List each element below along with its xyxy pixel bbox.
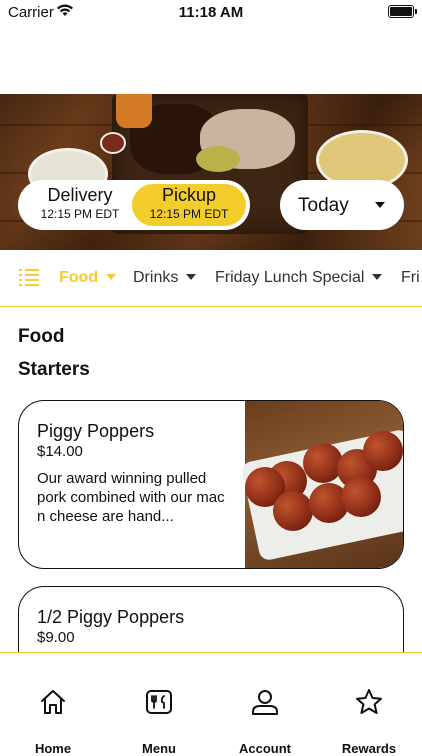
- delivery-option[interactable]: Delivery 12:15 PM EDT: [22, 180, 138, 230]
- tab-label: Rewards: [341, 741, 397, 756]
- category-tab-drinks[interactable]: Drinks: [133, 269, 197, 287]
- tab-label: Menu: [142, 741, 176, 756]
- tab-account[interactable]: Account: [212, 653, 318, 756]
- pickup-option[interactable]: Pickup 12:15 PM EDT: [132, 184, 246, 226]
- category-tab-label: Food: [59, 269, 99, 286]
- bottom-tab-bar: Home Menu Account Rewards: [0, 652, 422, 756]
- delivery-label: Delivery: [47, 185, 113, 205]
- order-mode-toggle: Delivery 12:15 PM EDT Pickup 12:15 PM ED…: [18, 180, 250, 230]
- home-icon: [41, 690, 65, 714]
- star-icon: [356, 689, 382, 714]
- caret-down-icon: [375, 202, 385, 208]
- caret-down-icon: [106, 273, 117, 280]
- category-tab-overflow[interactable]: Fri: [401, 269, 420, 287]
- category-bar: Food Drinks Friday Lunch Special Fri: [0, 250, 422, 307]
- tab-label: Account: [239, 741, 291, 756]
- tab-menu[interactable]: Menu: [106, 653, 212, 756]
- battery-icon: [388, 5, 417, 18]
- account-icon: [252, 690, 278, 715]
- menu-item-name: Piggy Poppers: [37, 421, 155, 441]
- category-tab-food[interactable]: Food: [59, 269, 117, 287]
- category-tab-label: Friday Lunch Special: [215, 269, 365, 286]
- menu-item-price: $14.00: [37, 443, 83, 460]
- subsection-title: Starters: [18, 359, 90, 380]
- menu-icon: [146, 690, 172, 714]
- delivery-time: 12:15 PM EDT: [40, 207, 120, 221]
- category-tab-friday-lunch-special[interactable]: Friday Lunch Special: [215, 269, 383, 287]
- menu-item-name: 1/2 Piggy Poppers: [37, 607, 185, 627]
- tab-rewards[interactable]: Rewards: [316, 653, 422, 756]
- list-icon[interactable]: [18, 266, 40, 288]
- section-title: Food: [18, 326, 65, 347]
- menu-item-card[interactable]: Piggy Poppers $14.00 Our award winning p…: [18, 400, 404, 569]
- day-dropdown-value: Today: [298, 195, 349, 216]
- category-tab-label: Fri: [401, 269, 420, 286]
- pickup-label: Pickup: [161, 185, 217, 205]
- menu-item-price: $9.00: [37, 629, 75, 646]
- caret-down-icon: [186, 273, 197, 280]
- menu-item-description: Our award winning pulled pork combined w…: [37, 470, 225, 525]
- tab-label: Home: [34, 741, 72, 756]
- menu-item-photo: [240, 401, 403, 568]
- category-tab-label: Drinks: [133, 269, 179, 286]
- caret-down-icon: [372, 273, 383, 280]
- day-dropdown[interactable]: Today: [280, 180, 404, 230]
- pickup-time: 12:15 PM EDT: [149, 207, 229, 221]
- status-time: 11:18 AM: [178, 4, 244, 21]
- status-bar: Carrier 11:18 AM: [0, 0, 422, 26]
- tab-home[interactable]: Home: [0, 653, 106, 756]
